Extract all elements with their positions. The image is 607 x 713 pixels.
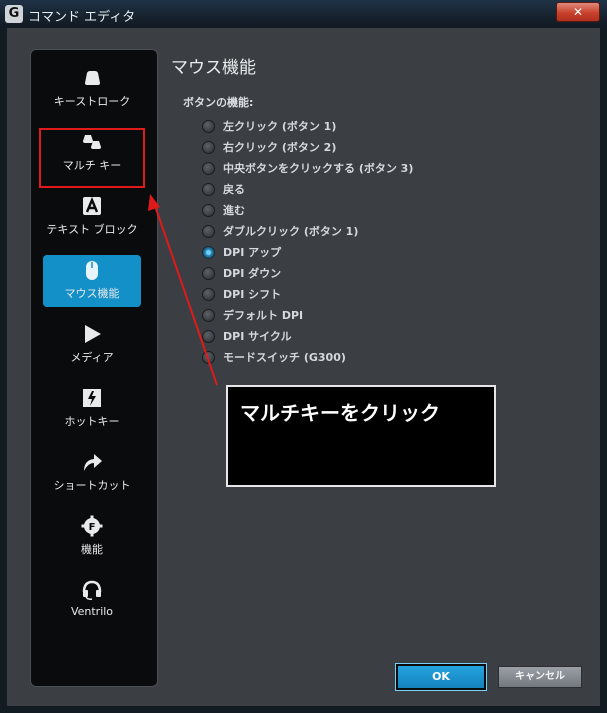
- window-frame-bottom: [0, 706, 607, 713]
- annotation-arrow: [148, 194, 218, 386]
- ok-button[interactable]: OK: [395, 663, 487, 691]
- cancel-button[interactable]: キャンセル: [498, 666, 582, 688]
- title-bar: G コマンド エディタ ✕: [0, 0, 607, 29]
- annotation-text: マルチキーをクリック: [240, 401, 440, 425]
- logitech-logo-icon: G: [5, 5, 23, 23]
- window-frame-right: [600, 28, 607, 713]
- close-button[interactable]: ✕: [556, 2, 600, 22]
- window-title: コマンド エディタ: [28, 10, 136, 25]
- annotation-callout: マルチキーをクリック: [226, 385, 496, 487]
- dialog-body: キーストローク マルチ キー テキスト ブロック マウス機能 メディア ホットキ…: [7, 28, 600, 706]
- window-frame-left: [0, 28, 7, 713]
